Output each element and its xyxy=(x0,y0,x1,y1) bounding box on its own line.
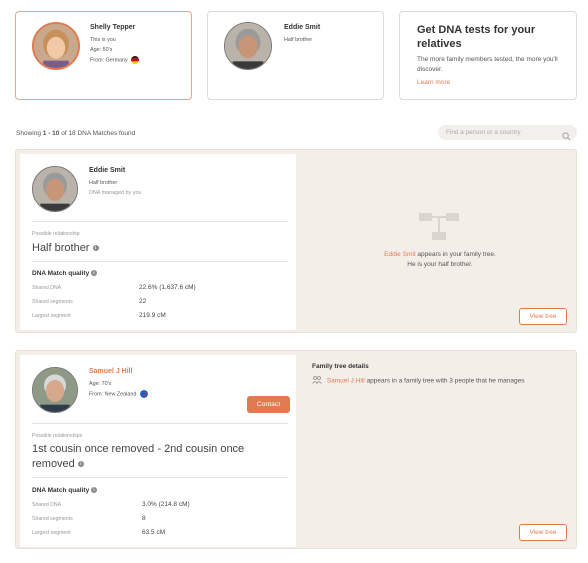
match-info: Eddie Smit Half brother DNA managed by y… xyxy=(20,154,296,330)
shared-dna-value: 22.6% (1,637.6 cM) xyxy=(139,284,196,291)
shared-segments-label: Shared segments xyxy=(32,516,73,522)
match-from: From: New Zealand xyxy=(89,390,148,399)
divider xyxy=(32,423,288,424)
view-tree-button[interactable]: View tree xyxy=(519,308,567,325)
tree-status: Eddie Smit appears in your family tree. … xyxy=(384,251,496,268)
largest-segment-value: 63.5 cM xyxy=(142,529,166,536)
info-icon[interactable]: i xyxy=(77,461,84,468)
shared-dna-value: 3.0% (214.8 cM) xyxy=(142,501,190,508)
largest-segment-label: Largest segment xyxy=(32,530,71,536)
promo-text: The more family members tested, the more… xyxy=(417,56,558,73)
tree-details-title: Family tree details xyxy=(312,363,369,370)
match-line1: Half brother xyxy=(89,180,118,186)
match-card-samuel: Samuel J Hill Age: 70's From: New Zealan… xyxy=(15,350,577,549)
relationship-value: Half brother i xyxy=(32,242,99,254)
relationship-label: Possible relationship xyxy=(32,231,80,237)
divider xyxy=(32,477,288,478)
promo-title: Get DNA tests for your relatives xyxy=(417,24,536,50)
shared-segments-label: Shared segments xyxy=(32,299,73,305)
tree-person-link[interactable]: Samuel J Hill xyxy=(327,378,365,385)
my-avatar xyxy=(32,22,80,70)
results-count: Showing 1 - 10 of 18 DNA Matches found xyxy=(16,130,136,137)
relative-avatar xyxy=(224,22,272,70)
search-input[interactable]: Find a person or a country xyxy=(438,125,577,141)
match-name[interactable]: Eddie Smit xyxy=(89,167,125,174)
my-profile-card[interactable]: Shelly Tepper This is you Age: 50's From… xyxy=(15,11,192,100)
view-tree-button[interactable]: View tree xyxy=(519,524,567,541)
match-avatar xyxy=(32,166,78,212)
tree-details-text: Samuel J Hill appears in a family tree w… xyxy=(312,376,572,386)
shared-dna-label: Shared DNA xyxy=(32,502,62,508)
info-icon[interactable]: i xyxy=(91,487,97,494)
germany-flag-icon xyxy=(131,56,140,64)
shared-segments-value: 22 xyxy=(139,298,147,305)
my-note: This is you xyxy=(90,37,116,43)
relationship-value: 1st cousin once removed - 2nd cousin onc… xyxy=(32,443,245,470)
tree-person-link[interactable]: Eddie Smit xyxy=(384,251,415,258)
largest-segment-label: Largest segment xyxy=(32,313,71,319)
shared-dna-label: Shared DNA xyxy=(32,285,62,291)
shared-segments-value: 8 xyxy=(142,515,146,522)
search-icon xyxy=(562,128,571,146)
new-zealand-flag-icon xyxy=(139,390,148,398)
relative-relation: Half brother xyxy=(284,37,313,43)
match-info: Samuel J Hill Age: 70's From: New Zealan… xyxy=(20,355,296,547)
my-name: Shelly Tepper xyxy=(90,24,136,31)
info-icon[interactable]: i xyxy=(92,245,99,252)
match-name[interactable]: Samuel J Hill xyxy=(89,368,133,375)
family-tree-icon xyxy=(418,212,460,247)
match-avatar xyxy=(32,367,78,413)
people-icon xyxy=(312,376,322,386)
my-from: From: Germany xyxy=(90,56,140,65)
search-placeholder: Find a person or a country xyxy=(446,129,521,136)
relative-name: Eddie Smit xyxy=(284,24,321,31)
info-icon[interactable]: i xyxy=(91,270,97,277)
divider xyxy=(32,221,288,222)
dna-promo-card: Get DNA tests for your relatives The mor… xyxy=(399,11,577,100)
match-line2: DNA managed by you xyxy=(89,190,142,196)
divider xyxy=(32,261,288,262)
my-age: Age: 50's xyxy=(90,47,113,53)
match-card-eddie: Eddie Smit Half brother DNA managed by y… xyxy=(15,149,577,333)
relationship-label: Possible relationships xyxy=(32,433,83,439)
relative-profile-card[interactable]: Eddie Smit Half brother xyxy=(207,11,384,100)
quality-title: DNA Match quality i xyxy=(32,487,97,494)
quality-title: DNA Match quality i xyxy=(32,270,97,277)
match-age: Age: 70's xyxy=(89,381,112,387)
largest-segment-value: 219.9 cM xyxy=(139,312,166,319)
learn-more-link[interactable]: Learn more xyxy=(417,78,450,88)
contact-button[interactable]: Contact xyxy=(247,396,290,413)
